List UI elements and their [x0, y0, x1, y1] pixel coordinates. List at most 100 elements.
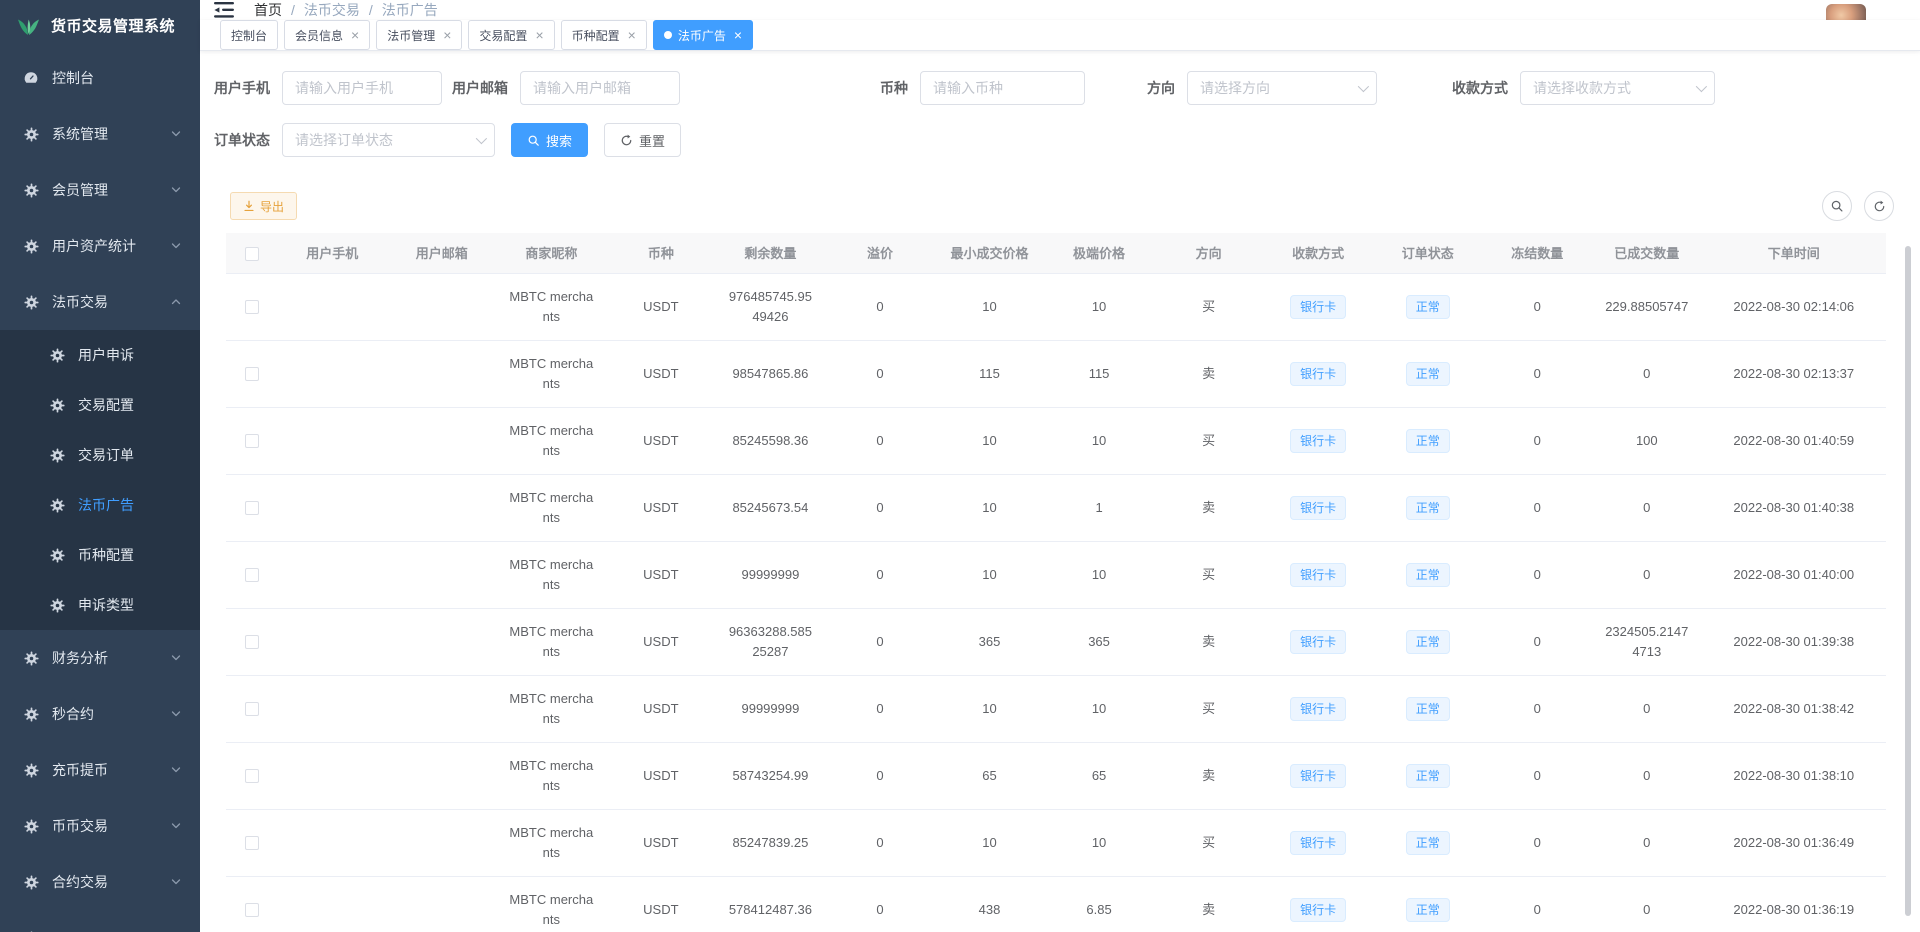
- cell-status: 正常: [1373, 340, 1483, 407]
- cell-phone: [277, 608, 387, 675]
- cell-remaining: 85245673.54: [716, 474, 826, 541]
- sidebar-item-second-contract[interactable]: 秒合约: [0, 686, 200, 742]
- export-button[interactable]: 导出: [230, 192, 297, 220]
- cell-currency: USDT: [606, 675, 716, 742]
- cell-nickname: MBTC merchants: [497, 407, 607, 474]
- reset-button[interactable]: 重置: [604, 123, 681, 157]
- sidebar-item-currency-config[interactable]: 币种配置: [0, 530, 200, 580]
- breadcrumb-home[interactable]: 首页: [254, 0, 282, 20]
- chevron-down-icon: [170, 652, 182, 664]
- app-logo-row: 货币交易管理系统: [0, 0, 200, 50]
- chevron-down-icon: [170, 876, 182, 888]
- close-icon[interactable]: ×: [628, 28, 636, 42]
- sidebar-item-fiat-trade[interactable]: 法币交易: [0, 274, 200, 330]
- cell-select: [226, 876, 277, 932]
- tab-bar: 控制台会员信息×法币管理×交易配置×币种配置×法币广告×: [200, 20, 1920, 51]
- tab-控制台[interactable]: 控制台: [220, 20, 278, 50]
- cell-nickname: MBTC merchants: [497, 608, 607, 675]
- close-icon[interactable]: ×: [535, 28, 543, 42]
- row-checkbox[interactable]: [245, 635, 259, 649]
- order-status-select[interactable]: 请选择订单状态: [282, 123, 495, 157]
- direction-select-placeholder: 请选择方向: [1200, 78, 1270, 98]
- gear-icon: [48, 498, 66, 513]
- sidebar-item-trade-order[interactable]: 交易订单: [0, 430, 200, 480]
- sidebar-item-console[interactable]: 控制台: [0, 50, 200, 106]
- row-checkbox[interactable]: [245, 367, 259, 381]
- gear-icon: [22, 763, 40, 778]
- direction-select[interactable]: 请选择方向: [1187, 71, 1377, 105]
- refresh-table-button[interactable]: [1864, 191, 1894, 221]
- close-icon[interactable]: ×: [443, 28, 451, 42]
- cell-nickname: MBTC merchants: [497, 541, 607, 608]
- row-checkbox[interactable]: [245, 903, 259, 917]
- search-toggle-button[interactable]: [1822, 191, 1852, 221]
- tab-法币管理[interactable]: 法币管理×: [376, 20, 462, 50]
- sidebar-item-coin-trade[interactable]: 币币交易: [0, 798, 200, 854]
- page-scrollbar[interactable]: [1905, 246, 1911, 916]
- email-input[interactable]: [520, 71, 680, 105]
- row-checkbox[interactable]: [245, 836, 259, 850]
- cell-status: 正常: [1373, 474, 1483, 541]
- sidebar-item-user-appeal[interactable]: 用户申诉: [0, 330, 200, 380]
- sidebar-item-user-assets[interactable]: 用户资产统计: [0, 218, 200, 274]
- sidebar-item-label: 币种配置: [78, 545, 134, 565]
- chevron-down-icon: [170, 240, 182, 252]
- sidebar-item-label: 系统管理: [52, 124, 164, 144]
- phone-input[interactable]: [282, 71, 442, 105]
- select-all-checkbox[interactable]: [245, 247, 259, 261]
- cell-select: [226, 809, 277, 876]
- sidebar-item-finance-analysis[interactable]: 财务分析: [0, 630, 200, 686]
- gear-icon: [48, 548, 66, 563]
- cell-min_price: 10: [935, 675, 1045, 742]
- row-checkbox[interactable]: [245, 300, 259, 314]
- row-checkbox[interactable]: [245, 568, 259, 582]
- tab-label: 控制台: [231, 27, 267, 44]
- cell-status: 正常: [1373, 742, 1483, 809]
- cell-phone: [277, 273, 387, 340]
- cell-remaining: 85247839.25: [716, 809, 826, 876]
- payment-select[interactable]: 请选择收款方式: [1520, 71, 1715, 105]
- close-icon[interactable]: ×: [351, 28, 359, 42]
- sidebar-item-trade-config[interactable]: 交易配置: [0, 380, 200, 430]
- cell-nickname: MBTC merchants: [497, 742, 607, 809]
- currency-input[interactable]: [920, 71, 1085, 105]
- tab-交易配置[interactable]: 交易配置×: [468, 20, 554, 50]
- row-checkbox[interactable]: [245, 769, 259, 783]
- tab-会员信息[interactable]: 会员信息×: [284, 20, 370, 50]
- column-header: 溢价: [825, 233, 935, 273]
- tab-币种配置[interactable]: 币种配置×: [561, 20, 647, 50]
- order-status-tag: 正常: [1406, 697, 1450, 721]
- cell-premium: 0: [825, 675, 935, 742]
- cell-currency: USDT: [606, 742, 716, 809]
- close-icon[interactable]: ×: [734, 28, 742, 42]
- cell-email: [387, 273, 497, 340]
- cell-email: [387, 809, 497, 876]
- cell-time: 2022-08-30 01:40:00: [1702, 541, 1886, 608]
- table-row: MBTC merchantsUSDT98547865.860115115卖银行卡…: [226, 340, 1886, 407]
- table-row: MBTC merchantsUSDT85245598.3601010买银行卡正常…: [226, 407, 1886, 474]
- cell-phone: [277, 541, 387, 608]
- column-header: 极端价格: [1044, 233, 1154, 273]
- chevron-down-icon: [170, 128, 182, 140]
- cell-nickname: MBTC merchants: [497, 340, 607, 407]
- sidebar-item-member[interactable]: 会员管理: [0, 162, 200, 218]
- row-checkbox[interactable]: [245, 702, 259, 716]
- sidebar-item-fiat-ad[interactable]: 法币广告: [0, 480, 200, 530]
- sidebar-collapse-icon[interactable]: [214, 0, 236, 20]
- main-area: 首页 / 法币交易 / 法币广告 控制台会员信息×法币管理×交易配置×币种配置×…: [200, 0, 1920, 932]
- order-status-tag: 正常: [1406, 630, 1450, 654]
- search-button[interactable]: 搜索: [511, 123, 588, 157]
- sidebar-item-clipped-item[interactable]: [0, 910, 200, 932]
- row-checkbox[interactable]: [245, 434, 259, 448]
- sidebar-item-deposit-withdraw[interactable]: 充币提币: [0, 742, 200, 798]
- cell-payment: 银行卡: [1263, 273, 1373, 340]
- cell-phone: [277, 876, 387, 932]
- row-checkbox[interactable]: [245, 501, 259, 515]
- cell-payment: 银行卡: [1263, 742, 1373, 809]
- chevron-down-icon: [1358, 81, 1369, 92]
- tab-法币广告[interactable]: 法币广告×: [653, 20, 753, 50]
- sidebar-item-contract-trade[interactable]: 合约交易: [0, 854, 200, 910]
- sidebar-item-system[interactable]: 系统管理: [0, 106, 200, 162]
- payment-method-tag: 银行卡: [1290, 697, 1346, 721]
- sidebar-item-appeal-type[interactable]: 申诉类型: [0, 580, 200, 630]
